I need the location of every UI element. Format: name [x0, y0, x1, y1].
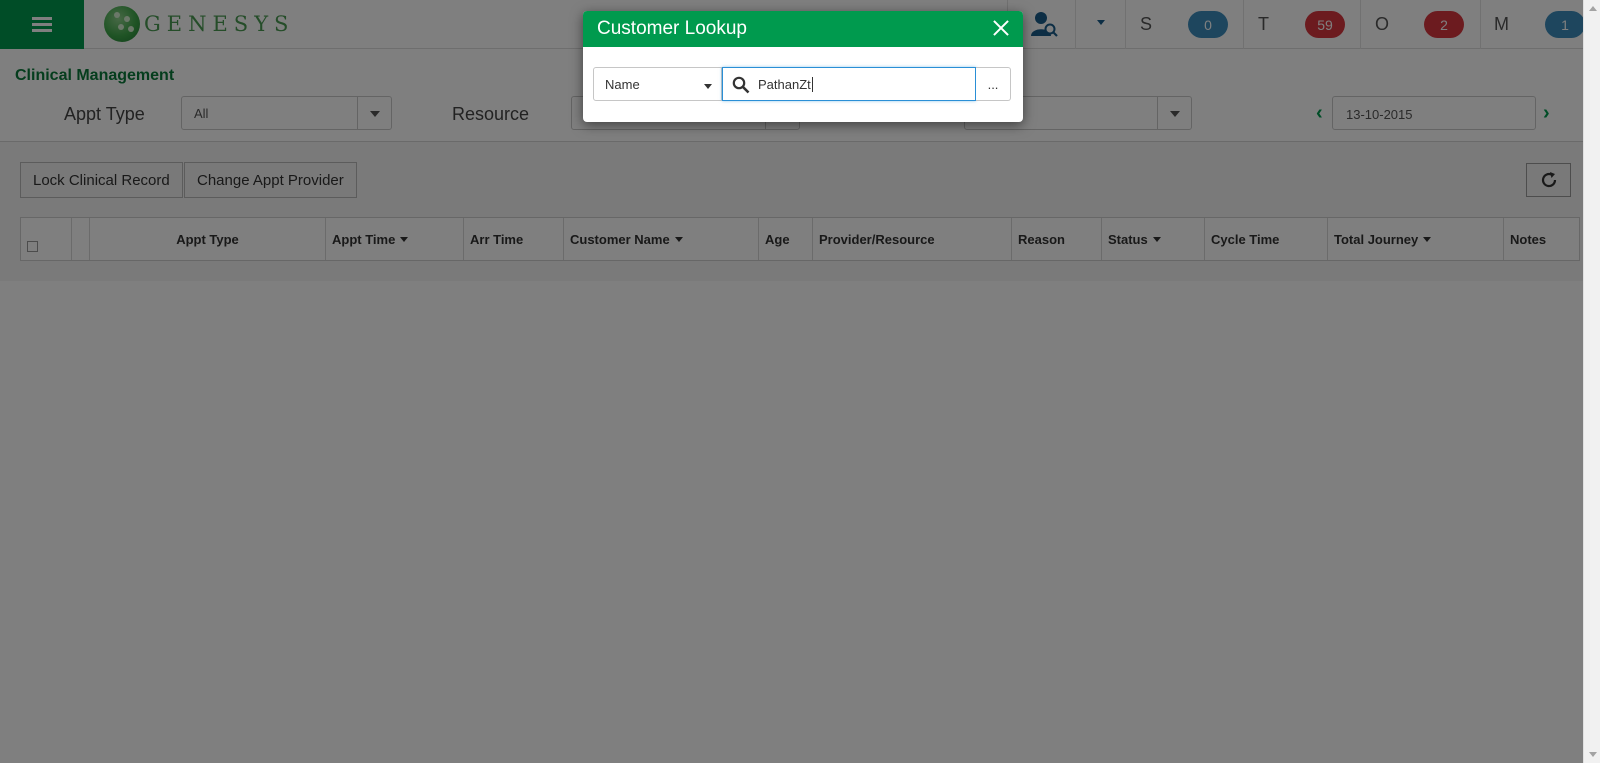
scroll-down-icon[interactable] [1589, 752, 1597, 757]
search-input-value: PathanZt [758, 77, 813, 92]
dialog-header: Customer Lookup [583, 11, 1023, 47]
vertical-scrollbar[interactable] [1583, 0, 1600, 763]
scroll-up-icon[interactable] [1589, 6, 1597, 11]
more-options-button[interactable]: ... [976, 67, 1011, 101]
chevron-down-icon [704, 84, 712, 89]
search-by-value: Name [605, 77, 640, 92]
dialog-title: Customer Lookup [597, 18, 747, 39]
search-icon [732, 76, 750, 94]
customer-lookup-dialog: Customer Lookup Name PathanZt ... [583, 11, 1023, 122]
customer-search-input[interactable]: PathanZt [722, 67, 976, 101]
close-icon[interactable] [990, 17, 1012, 39]
search-by-select[interactable]: Name [593, 67, 722, 101]
